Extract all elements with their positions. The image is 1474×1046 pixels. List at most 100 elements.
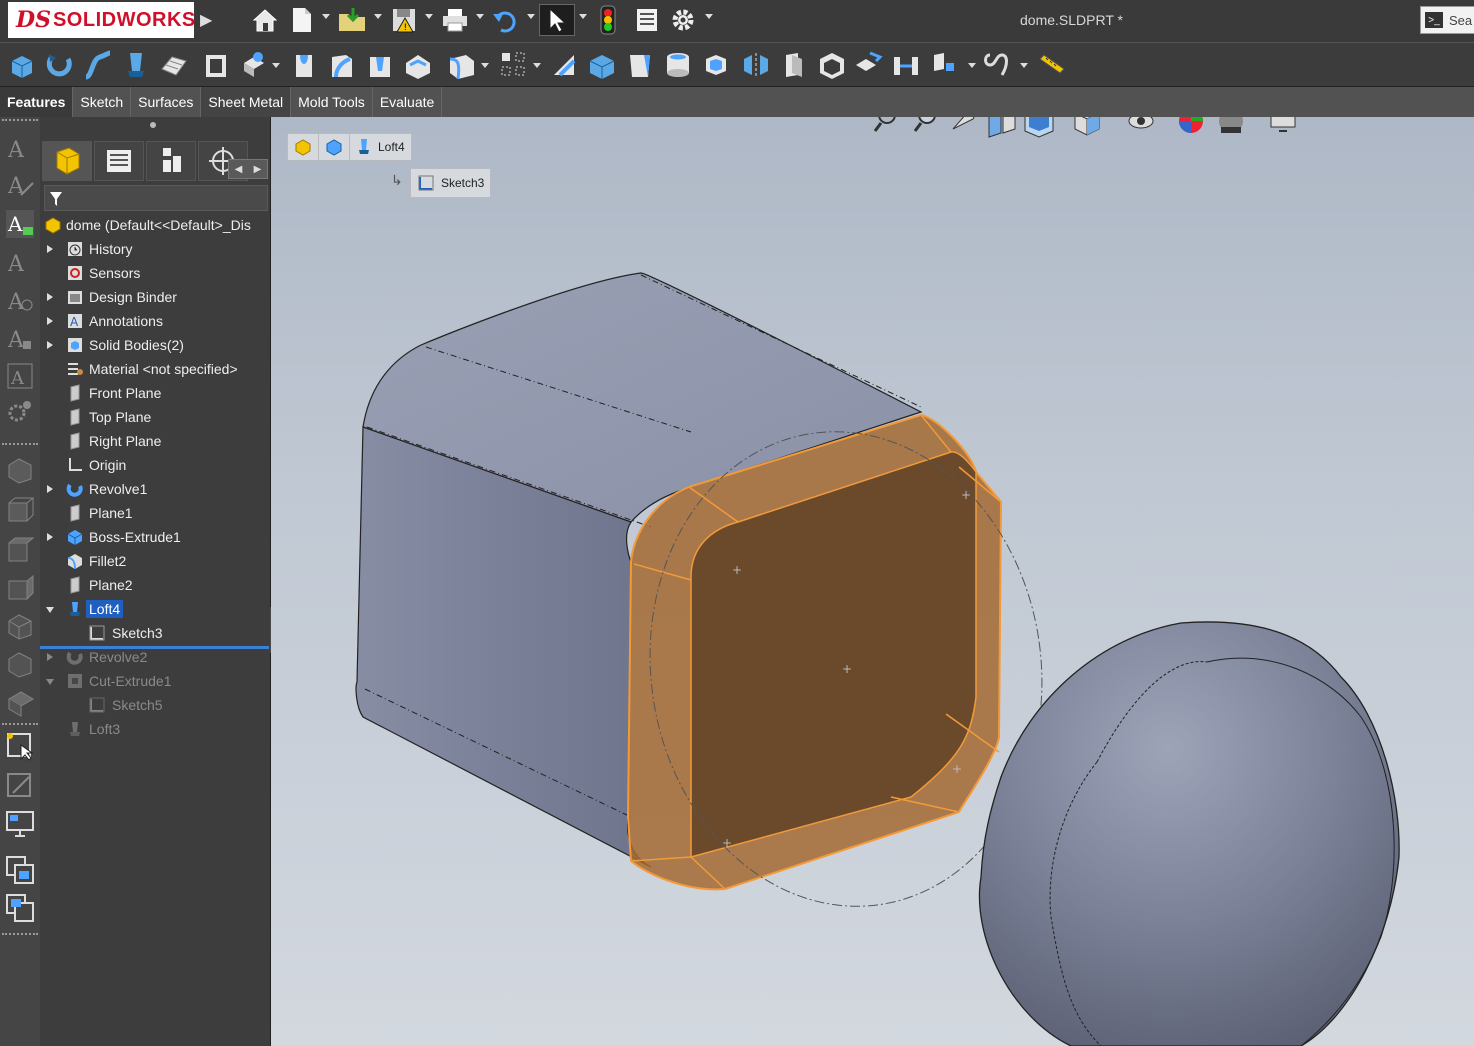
reference-plane-icon[interactable]	[930, 49, 962, 81]
sketch-edit-icon[interactable]	[5, 771, 35, 801]
tree-item-material[interactable]: Material <not specified>	[40, 357, 271, 381]
revolved-boss-icon[interactable]	[44, 49, 76, 81]
copy-view-icon[interactable]	[5, 855, 35, 885]
menu-expand-icon[interactable]: ▶	[200, 10, 212, 29]
intersect-icon[interactable]	[662, 49, 694, 81]
tab-scroll-buttons[interactable]: ◀ ▶	[228, 159, 268, 179]
tab-mold-tools[interactable]: Mold Tools	[291, 87, 373, 117]
expand-arrow-icon[interactable]	[47, 341, 53, 349]
tree-item-solid-bodies[interactable]: Solid Bodies(2)	[40, 333, 271, 357]
configuration-manager-tab[interactable]	[146, 141, 196, 181]
move-face-icon[interactable]	[852, 49, 884, 81]
tree-item-revolve1[interactable]: Revolve1	[40, 477, 271, 501]
undo-dropdown-icon[interactable]	[527, 14, 535, 19]
shell-icon[interactable]	[700, 49, 732, 81]
print-dropdown-icon[interactable]	[476, 14, 484, 19]
scroll-left-icon[interactable]: ◀	[229, 160, 248, 178]
tree-item-design-binder[interactable]: Design Binder	[40, 285, 271, 309]
save-dropdown-icon[interactable]	[425, 14, 433, 19]
tree-item-front-plane[interactable]: Front Plane	[40, 381, 271, 405]
display-pane-icon[interactable]	[5, 809, 35, 839]
tree-item-history[interactable]: History	[40, 237, 271, 261]
feature-filter-input[interactable]	[44, 185, 268, 211]
home-icon[interactable]	[250, 4, 280, 36]
boundary-cut-icon[interactable]	[402, 49, 434, 81]
tree-item-plane1[interactable]: Plane1	[40, 501, 271, 525]
annotation-edit-icon[interactable]: A	[5, 169, 35, 199]
open-icon[interactable]	[336, 4, 370, 36]
file-properties-icon[interactable]	[633, 4, 661, 36]
view-iso-icon[interactable]	[5, 611, 35, 641]
select-icon[interactable]	[539, 4, 575, 36]
paste-view-icon[interactable]	[5, 893, 35, 923]
rebuild-icon[interactable]	[596, 4, 620, 36]
expand-arrow-icon[interactable]	[47, 245, 53, 253]
annotation-link-icon[interactable]: A	[5, 285, 35, 315]
new-dropdown-icon[interactable]	[322, 14, 330, 19]
draft-icon[interactable]	[624, 49, 656, 81]
tree-root-part[interactable]: dome (Default<<Default>_Dis	[40, 213, 271, 237]
property-manager-tab[interactable]	[94, 141, 144, 181]
pattern-dropdown-icon[interactable]	[533, 63, 541, 68]
tree-item-annotations[interactable]: A Annotations	[40, 309, 271, 333]
collapse-arrow-icon[interactable]	[46, 607, 54, 613]
dome-body[interactable]	[978, 621, 1400, 1046]
select-dropdown-icon[interactable]	[579, 14, 587, 19]
model-view[interactable]: + + + + +	[271, 117, 1474, 1046]
fillet-icon[interactable]	[446, 49, 478, 81]
tree-item-cut-extrude1[interactable]: Cut-Extrude1	[40, 669, 271, 693]
tree-item-right-plane[interactable]: Right Plane	[40, 429, 271, 453]
view-right-icon[interactable]	[5, 573, 35, 603]
reference-geometry-icon[interactable]	[778, 49, 810, 81]
tree-item-sketch5[interactable]: Sketch5	[40, 693, 271, 717]
open-dropdown-icon[interactable]	[374, 14, 382, 19]
curve-helix-icon[interactable]	[982, 49, 1014, 81]
scroll-right-icon[interactable]: ▶	[248, 160, 267, 178]
revolved-cut-icon[interactable]	[288, 49, 320, 81]
split-line-icon[interactable]	[890, 49, 922, 81]
expand-arrow-icon[interactable]	[47, 317, 53, 325]
extruded-cut-icon[interactable]	[200, 49, 232, 81]
tree-item-sketch3[interactable]: Sketch3	[40, 621, 271, 645]
view-front-icon[interactable]	[5, 495, 35, 525]
view-trimetric-icon[interactable]	[5, 649, 35, 679]
expand-arrow-icon[interactable]	[47, 653, 53, 661]
curves-icon[interactable]	[816, 49, 848, 81]
solidworks-logo[interactable]: DS SOLIDWORKS	[8, 2, 195, 38]
tree-item-top-plane[interactable]: Top Plane	[40, 405, 271, 429]
collapse-arrow-icon[interactable]	[46, 679, 54, 685]
save-icon[interactable]: !	[390, 4, 420, 36]
hole-wizard-icon[interactable]	[238, 49, 270, 81]
sketch-pointer-icon[interactable]	[5, 731, 35, 761]
annotation-active-icon[interactable]: A	[5, 209, 35, 239]
view-cube-icon[interactable]	[5, 455, 35, 485]
search-input[interactable]: >_ Sea	[1420, 6, 1474, 34]
graphics-area[interactable]: Loft4 ↳ Sketch3 + + + + +	[271, 117, 1474, 1046]
panel-grip-icon[interactable]	[150, 122, 156, 128]
undo-icon[interactable]	[490, 4, 520, 36]
mirror-icon[interactable]	[740, 49, 772, 81]
hole-dropdown-icon[interactable]	[272, 63, 280, 68]
expand-arrow-icon[interactable]	[47, 293, 53, 301]
lofted-boss-icon[interactable]	[120, 49, 152, 81]
curves-dropdown-icon[interactable]	[1020, 63, 1028, 68]
reference-dropdown-icon[interactable]	[968, 63, 976, 68]
options-icon[interactable]	[668, 4, 698, 36]
lofted-cut-icon[interactable]	[364, 49, 396, 81]
rib-icon[interactable]	[548, 49, 580, 81]
rollback-bar[interactable]	[40, 646, 269, 649]
annotation-multi-icon[interactable]: A	[5, 247, 35, 277]
annotation-icon[interactable]: A	[5, 133, 35, 163]
tab-evaluate[interactable]: Evaluate	[373, 87, 443, 117]
expand-arrow-icon[interactable]	[47, 533, 53, 541]
tree-item-plane2[interactable]: Plane2	[40, 573, 271, 597]
expand-arrow-icon[interactable]	[47, 485, 53, 493]
feature-tree-tab[interactable]	[42, 141, 92, 181]
tree-item-fillet2[interactable]: Fillet2	[40, 549, 271, 573]
tree-item-origin[interactable]: Origin	[40, 453, 271, 477]
wrap-icon[interactable]	[586, 49, 618, 81]
options-dropdown-icon[interactable]	[705, 14, 713, 19]
tree-item-boss-extrude1[interactable]: Boss-Extrude1	[40, 525, 271, 549]
tree-item-loft4[interactable]: Loft4	[40, 597, 271, 621]
boundary-boss-icon[interactable]	[158, 49, 190, 81]
